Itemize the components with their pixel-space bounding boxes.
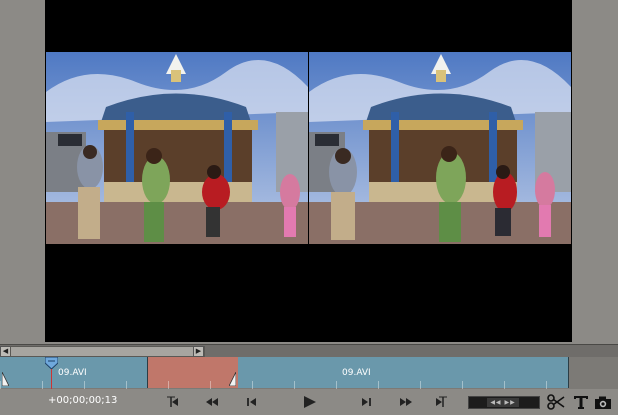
clip-label: 09.AVI [342, 368, 371, 378]
go-to-previous-edit-icon[interactable] [163, 393, 183, 411]
timeline-ruler [0, 381, 568, 389]
scroll-right-arrow-icon[interactable]: ▶ [193, 346, 204, 357]
go-to-next-edit-icon[interactable] [431, 393, 451, 411]
scrollbar-thumb[interactable] [10, 346, 205, 357]
trim-handle-right-icon[interactable] [229, 372, 236, 386]
clip-label: 09.AVI [58, 368, 87, 378]
timeline-scrollbar[interactable]: ◀ ▶ [0, 344, 618, 358]
rewind-icon[interactable] [202, 393, 222, 411]
play-icon[interactable] [300, 393, 320, 411]
video-frame-left [46, 52, 308, 244]
timeline-track[interactable]: 09.AVI 09.AVI [0, 357, 618, 389]
shuttle-knob-icon[interactable]: ◀◀ ▶▶ [487, 398, 519, 407]
shuttle-slider[interactable]: ◀◀ ▶▶ [468, 396, 540, 409]
step-forward-icon[interactable] [356, 393, 376, 411]
text-title-icon[interactable] [571, 392, 591, 412]
fast-forward-icon[interactable] [396, 393, 416, 411]
video-frame-right [309, 52, 571, 244]
step-back-icon[interactable] [242, 393, 262, 411]
transport-bar: +00;00;00;13 ◀◀ ▶▶ [0, 389, 618, 415]
scissors-icon[interactable] [546, 392, 566, 412]
trim-handle-left-icon[interactable] [2, 372, 9, 386]
timecode-display: +00;00;00;13 [48, 395, 118, 406]
playhead-marker-icon[interactable] [45, 357, 58, 369]
camera-icon[interactable] [593, 392, 613, 412]
